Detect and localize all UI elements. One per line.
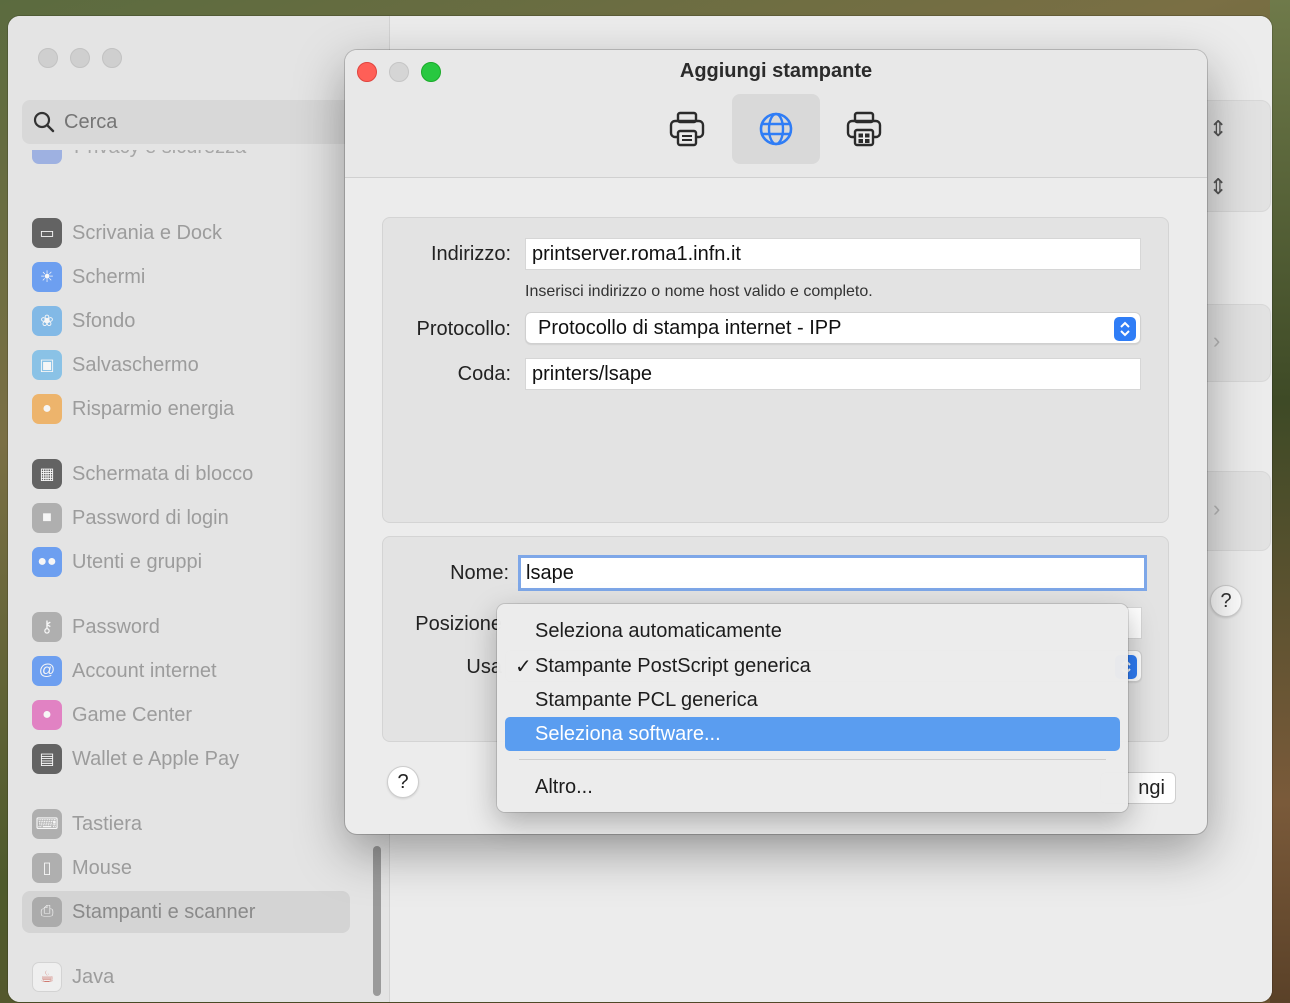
sidebar-item-scrivania-e-dock[interactable]: ▭ Scrivania e Dock xyxy=(22,212,350,254)
sidebar-item-schermata-di-blocco[interactable]: ▦ Schermata di blocco xyxy=(22,453,350,495)
brightness-icon: ☀ xyxy=(32,262,62,292)
wallet-icon: ▤ xyxy=(32,744,62,774)
help-button[interactable]: ? xyxy=(1210,585,1242,617)
menu-item-pcl[interactable]: Stampante PCL generica xyxy=(505,683,1120,717)
sidebar-item-utenti-e-gruppi[interactable]: ●● Utenti e gruppi xyxy=(22,541,350,583)
address-hint: Inserisci indirizzo o nome host valido e… xyxy=(525,283,873,300)
sidebar-scrollbar[interactable] xyxy=(373,846,381,996)
sidebar-item-label: Sfondo xyxy=(72,309,136,332)
driver-menu: Seleziona automaticamente ✓ Stampante Po… xyxy=(497,604,1128,812)
sidebar-item-label: Java xyxy=(72,965,115,988)
chevron-right-icon: › xyxy=(1213,496,1221,521)
search-icon xyxy=(33,111,55,133)
sidebar-item-wallet-e-apple-pay[interactable]: ▤ Wallet e Apple Pay xyxy=(22,738,350,780)
sidebar-item-label: Stampanti e scanner xyxy=(72,900,256,923)
tab-ip[interactable] xyxy=(732,94,820,164)
sidebar-item-java[interactable]: ☕ Java xyxy=(22,956,350,998)
use-label: Usa xyxy=(466,656,502,678)
sidebar-item-tastiera[interactable]: ⌨ Tastiera xyxy=(22,803,350,845)
sidebar-item-label: Schermata di blocco xyxy=(72,462,254,485)
name-field[interactable] xyxy=(518,555,1147,591)
queue-field[interactable] xyxy=(525,358,1141,390)
flower-icon: ❀ xyxy=(32,306,62,336)
sidebar-item-label: Game Center xyxy=(72,703,193,726)
sidebar-item-risparmio-energia[interactable]: ● Risparmio energia xyxy=(22,388,350,430)
sidebar-item-label: Scrivania e Dock xyxy=(72,221,223,244)
default-printer-icon xyxy=(669,111,705,147)
search-field[interactable] xyxy=(22,100,362,144)
sidebar-item-label: Mouse xyxy=(72,856,133,879)
sidebar-item-salvaschermo[interactable]: ▣ Salvaschermo xyxy=(22,344,350,386)
keyboard-icon: ⌨ xyxy=(32,809,62,839)
popup-arrows-icon xyxy=(1114,317,1136,341)
menu-item-select-software[interactable]: Seleziona software... xyxy=(505,717,1120,751)
sidebar-item-password-di-login[interactable]: ■ Password di login xyxy=(22,497,350,539)
protocol-popup[interactable]: Protocollo di stampa internet - IPP xyxy=(525,312,1141,344)
menu-separator xyxy=(519,759,1106,760)
screensaver-icon: ▣ xyxy=(32,350,62,380)
chevron-right-icon: › xyxy=(1213,328,1221,353)
sidebar-item-account-internet[interactable]: @ Account internet xyxy=(22,650,350,692)
sidebar-item-schermi[interactable]: ☀ Schermi xyxy=(22,256,350,298)
sidebar-item-label: Tastiera xyxy=(72,812,143,835)
location-label: Posizione xyxy=(415,613,502,635)
desktop-wallpaper xyxy=(1270,0,1290,1003)
address-field[interactable] xyxy=(525,238,1141,270)
sidebar-item-game-center[interactable]: ● Game Center xyxy=(22,694,350,736)
name-label: Nome: xyxy=(450,562,509,584)
protocol-value: Protocollo di stampa internet - IPP xyxy=(538,316,842,339)
lightbulb-icon: ● xyxy=(32,394,62,424)
window-controls-inactive xyxy=(38,48,122,68)
protocol-label: Protocollo: xyxy=(416,318,512,340)
sidebar-item-label: Wallet e Apple Pay xyxy=(72,747,240,770)
users-icon: ●● xyxy=(32,547,62,577)
dialog-help-button[interactable]: ? xyxy=(387,766,419,798)
key-icon: ⚷ xyxy=(32,612,62,642)
popup-arrows-icon: ⇕ xyxy=(1209,174,1228,199)
search-input[interactable] xyxy=(64,110,324,134)
sidebar-item-privacy[interactable]: Privacy e sicurezza xyxy=(32,150,332,170)
hand-icon xyxy=(32,150,62,164)
java-icon: ☕ xyxy=(32,962,62,992)
sidebar-item-label: Salvaschermo xyxy=(72,353,199,376)
menu-item-auto[interactable]: Seleziona automaticamente xyxy=(505,614,1120,648)
ip-globe-icon xyxy=(759,112,793,146)
dock-icon: ▭ xyxy=(32,218,62,248)
tab-default[interactable] xyxy=(643,94,731,164)
sidebar-item-label: Utenti e gruppi xyxy=(72,550,203,573)
lock-screen-icon: ▦ xyxy=(32,459,62,489)
sidebar-item-label: Account internet xyxy=(72,659,217,682)
queue-label: Coda: xyxy=(457,363,511,385)
dialog-title: Aggiungi stampante xyxy=(679,60,873,82)
zoom-button[interactable] xyxy=(102,48,122,68)
sidebar-item-sfondo[interactable]: ❀ Sfondo xyxy=(22,300,350,342)
lock-icon: ■ xyxy=(32,503,62,533)
sidebar-item-password[interactable]: ⚷ Password xyxy=(22,606,350,648)
mouse-icon: ▯ xyxy=(32,853,62,883)
sidebar-item-label: Schermi xyxy=(72,265,146,288)
printer-icon: ⎙ xyxy=(32,897,62,927)
dialog-toolbar: Aggiungi stampante xyxy=(345,50,1207,178)
at-icon: @ xyxy=(32,656,62,686)
sidebar-item-mouse[interactable]: ▯ Mouse xyxy=(22,847,350,889)
game-center-icon: ● xyxy=(32,700,62,730)
address-label: Indirizzo: xyxy=(430,243,511,265)
menu-item-other[interactable]: Altro... xyxy=(505,770,1120,804)
windows-printer-icon xyxy=(846,111,882,147)
sidebar: Privacy e sicurezza ▭ Scrivania e Dock ☀ Sc… xyxy=(8,16,390,1002)
checkmark-icon: ✓ xyxy=(515,655,532,678)
minimize-button[interactable] xyxy=(70,48,90,68)
sidebar-item-label: Password di login xyxy=(72,506,229,529)
sidebar-item-label: Password xyxy=(72,615,160,638)
popup-arrows-icon: ⇕ xyxy=(1209,116,1228,141)
tab-windows[interactable] xyxy=(820,94,908,164)
sidebar-item-label: Risparmio energia xyxy=(72,397,235,420)
menu-item-postscript[interactable]: ✓ Stampante PostScript generica xyxy=(505,649,1120,683)
close-button[interactable] xyxy=(38,48,58,68)
sidebar-item-stampanti-e-scanner[interactable]: ⎙ Stampanti e scanner xyxy=(22,891,350,933)
